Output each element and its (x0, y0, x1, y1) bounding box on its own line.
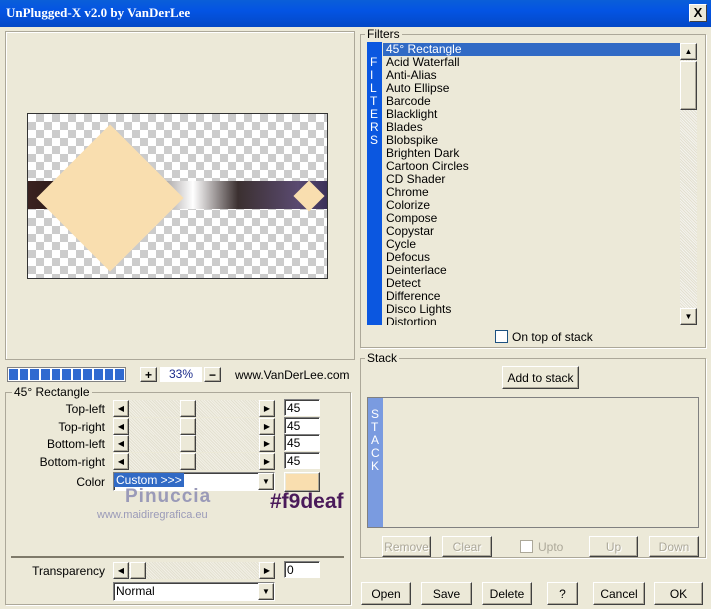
down-button[interactable]: Down (649, 536, 699, 557)
upto-label: Upto (538, 540, 564, 554)
arrow-left-icon[interactable]: ◀ (113, 417, 129, 435)
slider-thumb[interactable] (180, 452, 196, 470)
progress-segment (115, 369, 125, 380)
window-title: UnPlugged-X v2.0 by VanDerLee (6, 5, 191, 20)
filters-group-title: Filters (365, 27, 402, 41)
chevron-down-icon[interactable]: ▼ (258, 473, 274, 490)
slider-label: Bottom-left (46, 437, 105, 451)
ok-button[interactable]: OK (654, 582, 703, 605)
add-to-stack-button[interactable]: Add to stack (502, 366, 579, 389)
color-swatch-button[interactable] (284, 472, 320, 492)
progress-segment (104, 369, 114, 380)
stack-strip: STACK (368, 398, 383, 527)
slider-label: Bottom-right (39, 454, 105, 469)
arrow-right-icon[interactable]: ▶ (259, 562, 275, 579)
color-select-value: Custom >>> (114, 473, 184, 487)
arrow-left-icon[interactable]: ◀ (113, 452, 129, 470)
slider-value-input[interactable]: 45 (284, 416, 320, 434)
watermark-name: Pinuccia (125, 486, 212, 507)
corner-slider[interactable]: ◀ ▶ (113, 452, 275, 470)
upto-checkbox[interactable] (520, 540, 533, 553)
transparency-label: Transparency (32, 564, 105, 578)
preview-panel (5, 31, 355, 360)
corner-slider[interactable]: ◀ ▶ (113, 435, 275, 452)
params-group-title: 45° Rectangle (12, 385, 92, 399)
filter-item[interactable]: Copystar (383, 225, 680, 238)
save-button[interactable]: Save (421, 582, 472, 605)
website-link[interactable]: www.VanDerLee.com (235, 368, 350, 382)
arrow-right-icon[interactable]: ▶ (259, 452, 275, 470)
cancel-button[interactable]: Cancel (593, 582, 645, 605)
progress-segment (62, 369, 71, 380)
transparency-slider[interactable]: ◀ ▶ (113, 562, 275, 579)
clear-button[interactable]: Clear (442, 536, 492, 557)
progress-segment (9, 369, 18, 380)
watermark-site: www.maidiregrafica.eu (97, 509, 208, 521)
progress-segment (51, 369, 61, 380)
delete-button[interactable]: Delete (482, 582, 532, 605)
close-button[interactable]: X (689, 4, 707, 22)
stack-group-title: Stack (365, 351, 400, 365)
zoom-out-button[interactable]: − (204, 367, 221, 382)
preview-diamond-large (36, 124, 184, 272)
slider-thumb[interactable] (180, 417, 196, 435)
slider-label: Top-right (58, 419, 105, 434)
help-button[interactable]: ? (547, 582, 578, 605)
filter-item[interactable]: Distortion (383, 316, 680, 326)
remove-button[interactable]: Remove (382, 536, 431, 557)
scroll-thumb[interactable] (680, 61, 697, 110)
arrow-right-icon[interactable]: ▶ (259, 417, 275, 435)
arrow-left-icon[interactable]: ◀ (113, 400, 129, 417)
progress-segment (19, 369, 29, 380)
open-button[interactable]: Open (361, 582, 411, 605)
color-note: #f9deaf (270, 490, 344, 513)
scroll-down-icon[interactable]: ▼ (680, 308, 697, 325)
arrow-left-icon[interactable]: ◀ (113, 562, 129, 579)
scroll-up-icon[interactable]: ▲ (680, 43, 697, 60)
arrow-right-icon[interactable]: ▶ (259, 435, 275, 452)
slider-thumb[interactable] (130, 562, 146, 579)
progress-bar (7, 367, 126, 382)
progress-segment (72, 369, 82, 380)
progress-segment (94, 369, 103, 380)
slider-label: Top-left (65, 402, 105, 416)
up-button[interactable]: Up (589, 536, 638, 557)
color-swatch (286, 474, 318, 490)
on-top-label: On top of stack (512, 330, 593, 344)
progress-segment (30, 369, 39, 380)
corner-slider[interactable]: ◀ ▶ (113, 400, 275, 417)
slider-value-input[interactable]: 45 (284, 451, 320, 469)
progress-segment (40, 369, 50, 380)
transparency-input[interactable]: 0 (284, 561, 320, 578)
slider-thumb[interactable] (180, 400, 196, 417)
title-bar: UnPlugged-X v2.0 by VanDerLee (0, 0, 711, 27)
zoom-level: 33% (160, 367, 202, 382)
zoom-in-button[interactable]: + (140, 367, 157, 382)
divider (11, 556, 344, 558)
chevron-down-icon[interactable]: ▼ (258, 583, 274, 600)
color-label: Color (76, 475, 105, 489)
on-top-checkbox[interactable] (495, 330, 508, 343)
arrow-right-icon[interactable]: ▶ (259, 400, 275, 417)
corner-slider[interactable]: ◀ ▶ (113, 417, 275, 435)
arrow-left-icon[interactable]: ◀ (113, 435, 129, 452)
slider-value-input[interactable]: 45 (284, 434, 320, 451)
filter-item[interactable]: Deinterlace (383, 264, 680, 277)
filter-scrollbar[interactable]: ▲ ▼ (680, 43, 697, 325)
filter-item[interactable]: Blacklight (383, 108, 680, 121)
slider-thumb[interactable] (180, 435, 196, 452)
blend-mode-value: Normal (116, 584, 155, 598)
filter-list[interactable]: 45° Rectangle Acid Waterfall Anti-Alias Aut… (383, 43, 680, 325)
preview-canvas (27, 113, 328, 279)
filters-strip: FILTERS (367, 42, 382, 325)
blend-mode-select[interactable]: Normal ▼ (113, 582, 275, 601)
slider-value-input[interactable]: 45 (284, 399, 320, 416)
stack-list[interactable] (367, 397, 699, 528)
progress-segment (83, 369, 93, 380)
